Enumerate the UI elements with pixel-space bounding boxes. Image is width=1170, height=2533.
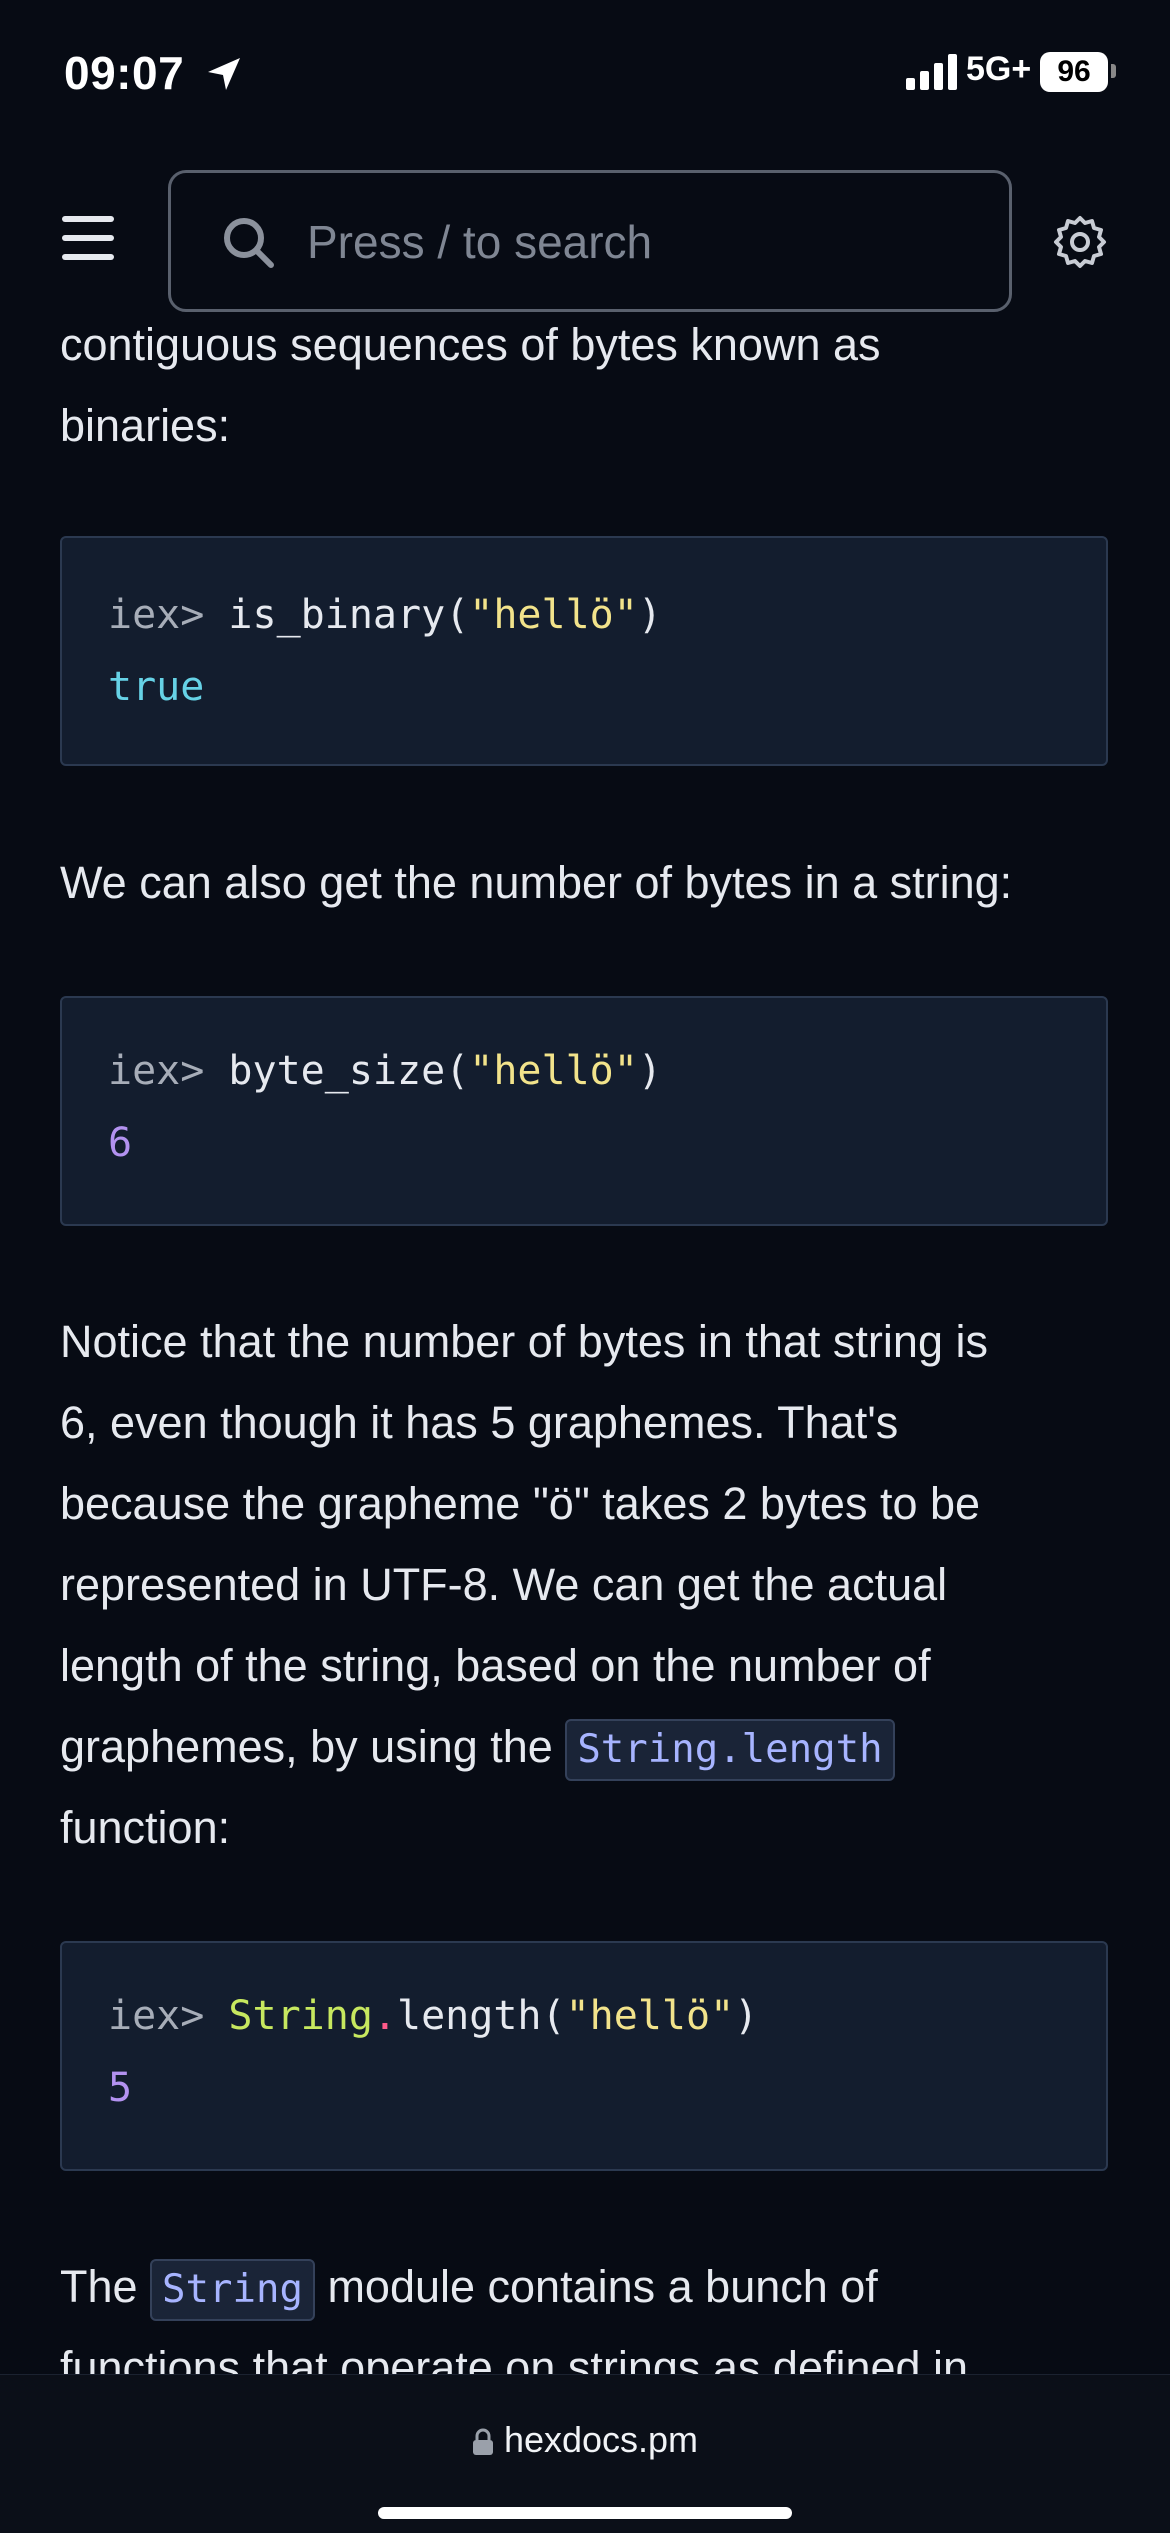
cellular-signal-icon <box>906 54 957 90</box>
iex-prompt: iex> <box>108 592 229 638</box>
intro-line: binaries: <box>60 400 231 451</box>
url-text: hexdocs.pm <box>503 2419 699 2460</box>
code-block-string-length: iex> String.length("hellö") 5 <box>60 1941 1108 2171</box>
top-navigation-bar: Press / to search <box>0 150 1170 320</box>
intro-paragraph: contiguous sequences of bytes known as b… <box>60 304 1120 466</box>
code-block-byte-size: iex> byte_size("hellö") 6 <box>60 996 1108 1226</box>
string-module-code-link[interactable]: String <box>150 2259 315 2322</box>
code-input-line: iex> String.length("hellö") <box>108 1993 758 2039</box>
notice-paragraph: Notice that the number of bytes in that … <box>60 1301 1120 1868</box>
search-icon <box>224 218 274 268</box>
location-arrow-icon <box>208 58 240 90</box>
browser-address-bar[interactable]: hexdocs.pm <box>0 2374 1170 2533</box>
code-paren: ) <box>637 1048 662 1094</box>
code-string: "hellö" <box>565 1993 735 2039</box>
battery-level: 96 <box>1040 52 1108 92</box>
url-display[interactable]: hexdocs.pm <box>0 2419 1170 2461</box>
code-input-line: iex> is_binary("hellö") <box>108 592 662 638</box>
code-paren: ) <box>734 1993 759 2039</box>
notice-line: graphemes, by using the String.length <box>60 1706 1120 1787</box>
code-result: 6 <box>108 1120 133 1166</box>
network-type: 5G+ <box>966 50 1032 88</box>
lock-icon <box>472 2429 493 2456</box>
status-bar: 09:07 5G+ 96 <box>0 0 1170 150</box>
code-block-is-binary: iex> is_binary("hellö") true <box>60 536 1108 766</box>
iex-prompt: iex> <box>108 1048 229 1094</box>
notice-line: length of the string, based on the numbe… <box>60 1640 931 1691</box>
code-paren: ) <box>637 592 662 638</box>
notice-line: 6, even though it has 5 graphemes. That'… <box>60 1397 899 1448</box>
notice-line: represented in UTF-8. We can get the act… <box>60 1559 948 1610</box>
code-result: true <box>108 664 205 710</box>
module-line-text: module contains a bunch of <box>314 2261 878 2312</box>
battery-icon <box>1111 64 1116 78</box>
search-placeholder: Press / to search <box>307 216 653 268</box>
module-line: The String module contains a bunch of <box>60 2246 1120 2327</box>
notice-line: function: <box>60 1802 231 1853</box>
code-function: length( <box>397 1993 566 2039</box>
hamburger-menu-icon[interactable] <box>62 216 114 260</box>
search-input[interactable]: Press / to search <box>168 170 1012 312</box>
string-length-code-link[interactable]: String.length <box>565 1719 895 1782</box>
code-module: String <box>228 1993 373 2039</box>
code-string: "hellö" <box>469 1048 638 1094</box>
iex-prompt: iex> <box>108 1993 229 2039</box>
code-dot: . <box>372 1993 398 2039</box>
module-line-text: The <box>60 2261 151 2312</box>
code-input-line: iex> byte_size("hellö") <box>108 1048 662 1094</box>
settings-gear-icon[interactable] <box>1052 214 1108 270</box>
code-function: is_binary( <box>228 592 470 638</box>
clock-time: 09:07 <box>64 47 185 99</box>
bytes-paragraph: We can also get the number of bytes in a… <box>60 857 1013 908</box>
code-result: 5 <box>108 2065 133 2111</box>
notice-line: Notice that the number of bytes in that … <box>60 1316 988 1367</box>
notice-line: because the grapheme "ö" takes 2 bytes t… <box>60 1478 981 1529</box>
notice-line-text: graphemes, by using the <box>60 1721 566 1772</box>
code-string: "hellö" <box>469 592 638 638</box>
code-function: byte_size( <box>228 1048 470 1094</box>
home-indicator[interactable] <box>378 2507 792 2519</box>
